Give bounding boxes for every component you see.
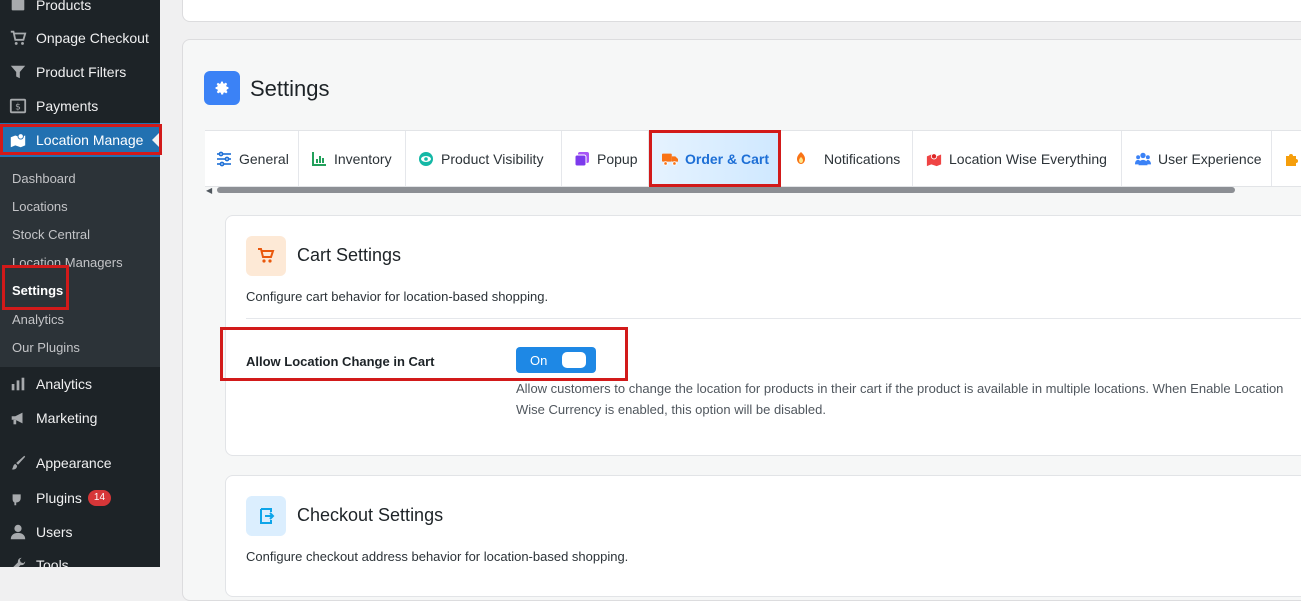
toggle-state-label: On (530, 352, 548, 368)
puzzle-icon (1284, 150, 1300, 168)
eye-icon (417, 150, 435, 168)
menu-item-plugins[interactable]: Plugins 14 (0, 481, 160, 515)
tab-label: General (239, 150, 289, 167)
scroll-left-arrow-icon[interactable]: ◀ (206, 186, 212, 195)
tab-inventory[interactable]: Inventory (299, 131, 406, 186)
tab-general[interactable]: General (205, 131, 299, 186)
toggle-knob (562, 352, 586, 368)
menu-label: Product Filters (36, 64, 127, 80)
scrollbar-thumb[interactable] (217, 187, 1235, 193)
top-card (182, 0, 1301, 22)
brush-icon (8, 453, 28, 473)
card-divider (246, 318, 1301, 319)
payments-icon: $ (8, 96, 28, 116)
cart-settings-card: Cart Settings Configure cart behavior fo… (225, 215, 1301, 456)
tab-notifications[interactable]: Notifications (780, 131, 913, 186)
menu-label: Users (36, 524, 73, 540)
sliders-icon (215, 150, 233, 168)
menu-label: Appearance (36, 455, 112, 471)
tab-popup[interactable]: Popup (562, 131, 649, 186)
tab-label: Notifications (824, 150, 901, 167)
filter-icon (8, 62, 28, 82)
submenu-location-managers[interactable]: Location Managers (12, 255, 123, 270)
checkout-settings-description: Configure checkout address behavior for … (246, 549, 629, 564)
menu-item-location-manage[interactable]: Location Manage (0, 123, 160, 157)
tab-label: User Experience (1158, 150, 1262, 167)
menu-label: Location Manage (36, 132, 144, 148)
user-icon (8, 522, 28, 542)
wrench-icon (8, 555, 28, 567)
menu-label: Products (36, 0, 92, 13)
menu-item-product-filters[interactable]: Product Filters (0, 55, 160, 89)
menu-item-marketing[interactable]: Marketing (0, 401, 160, 435)
menu-item-products[interactable]: Products (0, 0, 160, 22)
checkout-settings-icon (246, 496, 286, 536)
menu-item-tools[interactable]: Tools (0, 548, 160, 567)
menu-item-users[interactable]: Users (0, 515, 160, 549)
menu-item-analytics[interactable]: Analytics (0, 367, 160, 401)
inventory-icon (310, 150, 328, 168)
menu-label: Analytics (36, 376, 93, 392)
cart-settings-icon (246, 236, 286, 276)
truck-icon (661, 150, 679, 168)
tab-label: Popup (597, 150, 638, 167)
tab-label: Location Wise Everything (949, 150, 1107, 167)
allow-location-change-help: Allow customers to change the location f… (516, 381, 1284, 417)
tabs-horizontal-scrollbar[interactable]: ◀ (205, 186, 1301, 195)
location-icon (8, 130, 28, 150)
tab-user-experience[interactable]: User Experience (1122, 131, 1272, 186)
tab-order-cart[interactable]: Order & Cart (649, 131, 780, 186)
page-title: Settings (250, 76, 330, 101)
allow-location-change-toggle[interactable]: On (516, 347, 596, 373)
checkout-settings-card: Checkout Settings Configure checkout add… (225, 475, 1301, 597)
tab-label: Product Visibility (441, 150, 544, 167)
svg-text:$: $ (15, 103, 21, 113)
menu-label: Plugins (36, 490, 82, 506)
popup-icon (573, 150, 591, 168)
tab-label: Order & Cart (685, 150, 770, 167)
cart-settings-description: Configure cart behavior for location-bas… (246, 289, 549, 304)
submenu-locations[interactable]: Locations (12, 199, 68, 214)
location-manage-submenu: Dashboard Locations Stock Central Locati… (0, 157, 160, 367)
menu-item-payments[interactable]: $ Payments (0, 89, 160, 123)
users-icon (1134, 150, 1152, 168)
bar-chart-icon (8, 374, 28, 394)
plugins-update-badge: 14 (87, 490, 112, 506)
tab-product-visibility[interactable]: Product Visibility (406, 131, 562, 186)
products-icon (8, 0, 28, 15)
menu-label: Onpage Checkout (36, 30, 149, 46)
cart-icon (8, 28, 28, 48)
tab-location-wise-everything[interactable]: Location Wise Everything (913, 131, 1122, 186)
menu-label: Marketing (36, 410, 98, 426)
menu-item-onpage-checkout[interactable]: Onpage Checkout (0, 21, 160, 55)
megaphone-icon (8, 408, 28, 428)
map-icon (925, 150, 943, 168)
menu-label: Tools (36, 557, 69, 567)
checkout-settings-title: Checkout Settings (297, 505, 444, 525)
menu-label: Payments (36, 98, 99, 114)
tab-label: Inventory (334, 150, 392, 167)
plug-icon (8, 488, 28, 508)
allow-location-change-label: Allow Location Change in Cart (246, 354, 435, 369)
submenu-stock-central[interactable]: Stock Central (12, 227, 90, 242)
submenu-dashboard[interactable]: Dashboard (12, 171, 76, 186)
settings-tabs: General Inventory Product Visibility Pop… (205, 130, 1301, 187)
admin-sidebar: Products Onpage Checkout Product Filters… (0, 0, 160, 567)
submenu-analytics[interactable]: Analytics (12, 312, 64, 327)
submenu-our-plugins[interactable]: Our Plugins (12, 340, 80, 355)
gear-icon (204, 71, 240, 105)
bell-icon (792, 150, 810, 168)
cart-settings-title: Cart Settings (297, 245, 402, 265)
menu-item-appearance[interactable]: Appearance (0, 446, 160, 480)
tab-more[interactable] (1272, 131, 1301, 186)
submenu-settings[interactable]: Settings (12, 283, 63, 298)
